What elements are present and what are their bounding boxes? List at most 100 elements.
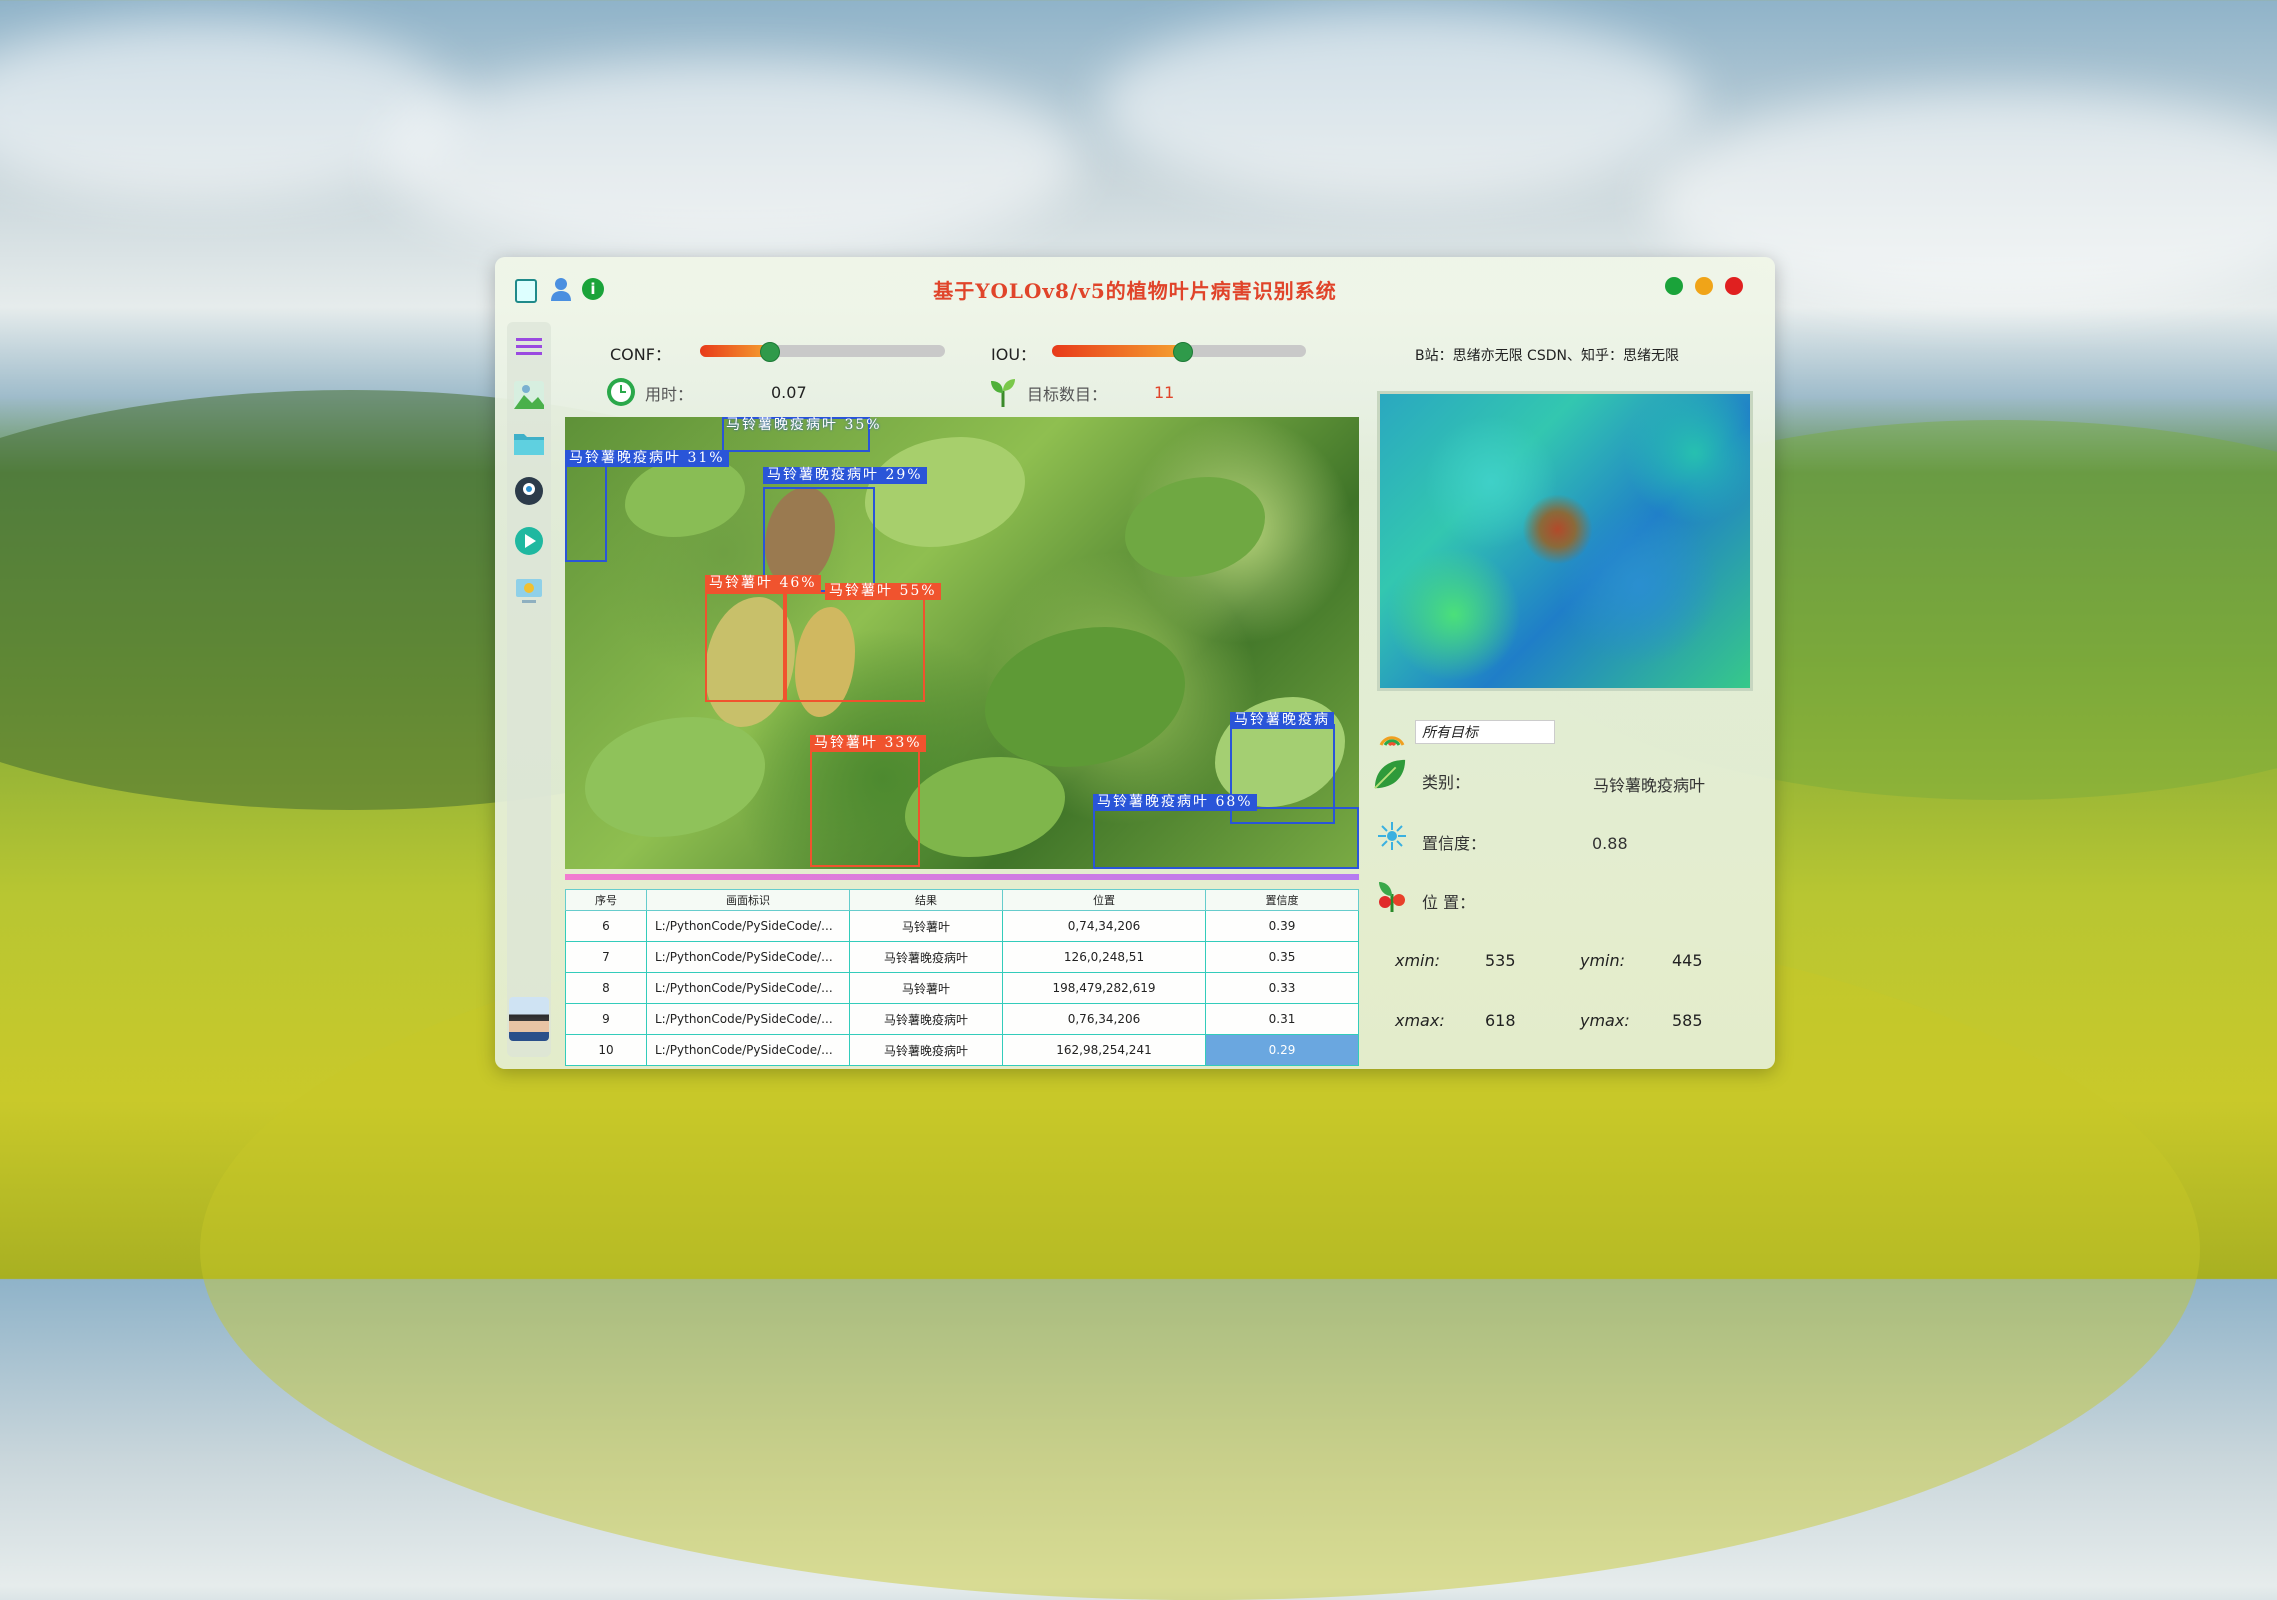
iou-slider[interactable]	[1052, 342, 1306, 362]
position-icon	[1375, 877, 1409, 912]
detection-label: 马铃薯叶 46%	[705, 575, 821, 592]
conf-label: CONF：	[610, 345, 671, 364]
column-header[interactable]: 画面标识	[646, 889, 850, 911]
detection-box	[810, 742, 920, 867]
table-cell: 0.29	[1205, 1034, 1359, 1066]
column-header[interactable]: 置信度	[1205, 889, 1359, 911]
xmax-label: xmax:	[1395, 1011, 1445, 1030]
table-cell: 马铃薯叶	[849, 910, 1003, 942]
avatar[interactable]	[509, 997, 549, 1041]
table-cell: L:/PythonCode/PySideCode/...	[646, 1003, 850, 1035]
progress-bar	[565, 874, 1359, 880]
table-row[interactable]: 6 L:/PythonCode/PySideCode/... 马铃薯叶 0,74…	[565, 910, 1359, 942]
column-header[interactable]: 序号	[565, 889, 647, 911]
author-credit: B站：思绪亦无限 CSDN、知乎：思绪无限	[1415, 348, 1679, 364]
detection-box	[565, 452, 607, 562]
table-cell: 0,74,34,206	[1002, 910, 1206, 942]
detection-label: 马铃薯晚疫病叶 31%	[565, 450, 729, 467]
menu-icon[interactable]	[514, 332, 544, 362]
xmax-label-text: xmax:	[1395, 1011, 1445, 1030]
detection-label: 马铃薯晚疫病	[1230, 712, 1334, 729]
xmin-label: xmin:	[1395, 951, 1440, 970]
table-cell: 0,76,34,206	[1002, 1003, 1206, 1035]
table-cell: 0.35	[1205, 941, 1359, 973]
ymax-label: ymax:	[1580, 1011, 1630, 1030]
table-cell: L:/PythonCode/PySideCode/...	[646, 1034, 850, 1066]
plant-icon	[989, 377, 1017, 407]
table-cell: 马铃薯叶	[849, 972, 1003, 1004]
detection-box	[1093, 807, 1359, 869]
minimize-button[interactable]	[1665, 277, 1683, 295]
table-cell: L:/PythonCode/PySideCode/...	[646, 941, 850, 973]
table-cell: 162,98,254,241	[1002, 1034, 1206, 1066]
confidence-value: 0.88	[1592, 834, 1628, 853]
app-window: i 基于YOLOv8/v5的植物叶片病害识别系统 CONF： IOU： 用时： …	[495, 257, 1775, 1069]
detection-label: 马铃薯叶 33%	[810, 735, 926, 752]
conf-slider-fill	[700, 345, 769, 357]
confidence-label: 置信度：	[1422, 834, 1487, 853]
table-row-selected[interactable]: 10 L:/PythonCode/PySideCode/... 马铃薯晚疫病叶 …	[565, 1034, 1359, 1066]
ymin-value: 445	[1672, 951, 1703, 970]
table-row[interactable]: 9 L:/PythonCode/PySideCode/... 马铃薯晚疫病叶 0…	[565, 1003, 1359, 1035]
conf-slider[interactable]	[700, 342, 945, 362]
class-value: 马铃薯晚疫病叶	[1593, 776, 1706, 795]
table-cell: 0.39	[1205, 910, 1359, 942]
position-label: 位 置：	[1422, 893, 1476, 912]
camera-icon[interactable]	[514, 476, 544, 506]
conf-slider-handle[interactable]	[759, 342, 780, 362]
table-cell: 10	[565, 1034, 647, 1066]
count-value: 11	[1154, 383, 1175, 402]
detection-label: 马铃薯叶 55%	[825, 583, 941, 600]
ymax-value: 585	[1672, 1011, 1703, 1030]
xmax-value: 618	[1485, 1011, 1516, 1030]
table-cell: 0.33	[1205, 972, 1359, 1004]
ymin-label: ymin:	[1580, 951, 1625, 970]
table-cell: 马铃薯晚疫病叶	[849, 1034, 1003, 1066]
window-title: 基于YOLOv8/v5的植物叶片病害识别系统	[933, 279, 1337, 303]
time-value: 0.07	[771, 383, 807, 402]
detection-box	[785, 592, 925, 702]
table-row[interactable]: 7 L:/PythonCode/PySideCode/... 马铃薯晚疫病叶 1…	[565, 941, 1359, 973]
table-cell: 马铃薯晚疫病叶	[849, 941, 1003, 973]
xmin-label-text: xmin:	[1395, 951, 1441, 970]
iou-label: IOU：	[991, 345, 1037, 364]
clock-icon	[606, 377, 636, 407]
results-table[interactable]: 序号 画面标识 结果 位置 置信度 6 L:/PythonCode/PySide…	[565, 889, 1359, 1066]
table-row[interactable]: 8 L:/PythonCode/PySideCode/... 马铃薯叶 198,…	[565, 972, 1359, 1004]
settings-icon[interactable]	[514, 576, 544, 606]
maximize-button[interactable]	[1695, 277, 1713, 295]
detection-box	[705, 592, 785, 702]
count-label: 目标数目：	[1027, 385, 1108, 404]
sidebar	[507, 322, 551, 1057]
leaf-icon	[1373, 757, 1407, 791]
table-cell: 8	[565, 972, 647, 1004]
heatmap-image	[1377, 391, 1753, 691]
table-cell: 198,479,282,619	[1002, 972, 1206, 1004]
target-select[interactable]: 所有目标	[1415, 720, 1555, 744]
column-header[interactable]: 位置	[1002, 889, 1206, 911]
iou-slider-handle[interactable]	[1172, 342, 1193, 362]
detection-image: 马铃薯晚疫病叶 35% 马铃薯晚疫病叶 31% 马铃薯晚疫病叶 29% 马铃薯叶…	[565, 417, 1359, 869]
detection-label: 马铃薯晚疫病叶 68%	[1093, 794, 1257, 811]
play-icon[interactable]	[514, 526, 544, 556]
class-label: 类别：	[1422, 773, 1471, 792]
xmin-value: 535	[1485, 951, 1516, 970]
target-icon	[1375, 715, 1409, 749]
folder-icon[interactable]	[514, 428, 544, 458]
table-cell: 马铃薯晚疫病叶	[849, 1003, 1003, 1035]
close-button[interactable]	[1725, 277, 1743, 295]
table-cell: L:/PythonCode/PySideCode/...	[646, 910, 850, 942]
detection-label: 马铃薯晚疫病叶 35%	[726, 417, 882, 433]
table-cell: L:/PythonCode/PySideCode/...	[646, 972, 850, 1004]
confidence-icon	[1375, 819, 1409, 853]
table-cell: 7	[565, 941, 647, 973]
table-cell: 6	[565, 910, 647, 942]
table-header-row: 序号 画面标识 结果 位置 置信度	[565, 889, 1359, 911]
column-header[interactable]: 结果	[849, 889, 1003, 911]
table-cell: 9	[565, 1003, 647, 1035]
time-label: 用时：	[645, 385, 694, 404]
table-cell: 0.31	[1205, 1003, 1359, 1035]
iou-slider-fill	[1052, 345, 1182, 357]
detection-label: 马铃薯晚疫病叶 29%	[763, 467, 927, 484]
image-icon[interactable]	[514, 380, 544, 410]
